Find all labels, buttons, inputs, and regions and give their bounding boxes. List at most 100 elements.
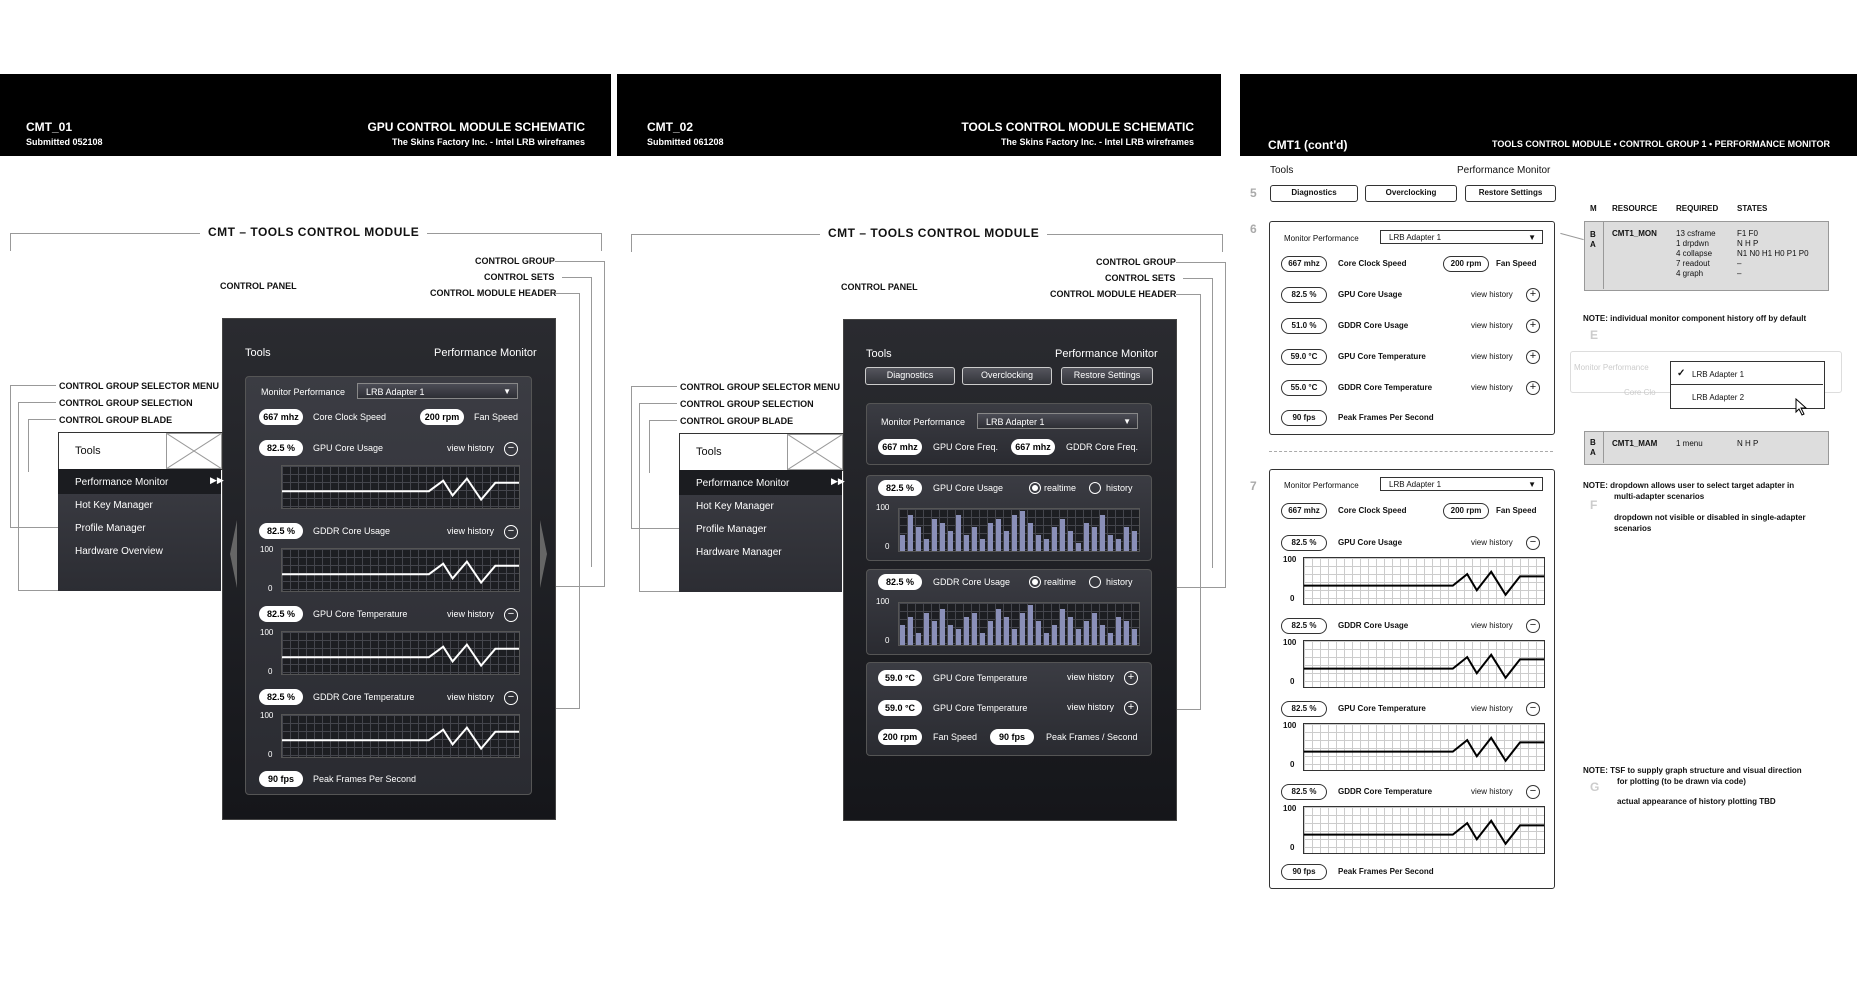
row-required: 1 menu [1676,439,1703,448]
tab-restore-settings[interactable]: Restore Settings [1061,367,1153,385]
view-history-link[interactable]: view history [1471,787,1513,796]
view-history-link[interactable]: view history [447,443,494,453]
letter-g: G [1590,780,1600,794]
callout-control-sets: CONTROL SETS [1105,273,1176,283]
metric-label: GPU Core Usage [1338,538,1403,547]
view-history-link[interactable]: view history [1067,672,1114,682]
collapse-icon[interactable]: − [1526,619,1540,633]
cg-selected-label: Tools [696,446,722,458]
panel-tools-label: Tools [245,347,271,359]
callout-cg-blade: CONTROL GROUP BLADE [680,416,794,426]
history-graph [281,465,520,509]
collapse-icon[interactable]: − [504,608,518,622]
blade-item-1[interactable]: Hot Key Manager [75,500,153,511]
usage-bar-graph [898,508,1140,552]
fan-label: Fan Speed [933,732,978,742]
board-title: TOOLS CONTROL MODULE SCHEMATIC [961,120,1194,134]
view-history-link[interactable]: view history [447,692,494,702]
radio-history[interactable] [1089,482,1101,494]
collapse-icon[interactable]: − [504,525,518,539]
gpu-freq-readout: 667 mhz [878,439,922,455]
view-history-link[interactable]: view history [1471,383,1513,392]
clock-label: Core Clock Speed [1338,259,1407,268]
view-history-link[interactable]: view history [1471,538,1513,547]
blade-item-2[interactable]: Profile Manager [75,523,146,534]
view-history-link[interactable]: view history [1471,290,1513,299]
collapse-icon[interactable]: − [504,442,518,456]
collapse-icon[interactable]: − [1526,536,1540,550]
expand-icon[interactable]: + [1526,350,1540,364]
tab-diagnostics[interactable]: Diagnostics [865,367,955,385]
collapse-icon[interactable]: − [1526,785,1540,799]
row-states: N H P [1737,439,1759,448]
history-graph [1303,806,1545,854]
expand-icon[interactable]: + [1526,381,1540,395]
view-history-link[interactable]: view history [1471,704,1513,713]
metric-readout: 82.5 % [1281,618,1327,634]
adapter-dropdown[interactable]: LRB Adapter 1 ▼ [357,383,518,399]
blade-item-2[interactable]: Profile Manager [696,524,767,535]
history-graph [281,714,520,758]
collapse-icon[interactable]: − [1526,702,1540,716]
expand-icon[interactable]: + [1526,319,1540,333]
chevron-down-icon: ▼ [1528,233,1536,242]
dd-option-2[interactable]: LRB Adapter 2 [1692,393,1744,402]
blade-item-0[interactable]: Performance Monitor [75,477,168,488]
view-history-link[interactable]: view history [447,609,494,619]
cursor-icon [1795,398,1808,416]
view-history-link[interactable]: view history [447,526,494,536]
y-min-label: 0 [268,667,273,676]
view-history-link[interactable]: view history [1471,321,1513,330]
fps-label: Peak Frames / Second [1046,732,1138,742]
scroll-right-arrow[interactable] [540,520,547,588]
cg-selection-box[interactable]: Tools [58,432,223,470]
radio-realtime[interactable] [1029,576,1041,588]
chevron-down-icon: ▼ [1123,417,1131,426]
callout-cg-selection: CONTROL GROUP SELECTION [59,398,193,408]
metric-label: GPU Core Temperature [1338,704,1426,713]
metric-readout: 82.5 % [259,440,303,456]
tab-overclocking[interactable]: Overclocking [962,367,1052,385]
clock-readout: 667 mhz [259,409,303,425]
blade-item-0[interactable]: Performance Monitor [696,478,789,489]
fps-readout: 90 fps [1281,410,1327,426]
placeholder-image-icon [166,433,222,469]
y-min-label: 0 [885,636,890,645]
tab-overclocking[interactable]: Overclocking [1365,185,1457,202]
blade-item-3[interactable]: Hardware Manager [696,547,782,558]
clock-label: Core Clock Speed [313,412,387,422]
row-resource: CMT1_MON [1612,229,1657,238]
blade-item-1[interactable]: Hot Key Manager [696,501,774,512]
radio-history[interactable] [1089,576,1101,588]
scroll-left-arrow[interactable] [230,520,237,588]
usage-readout: 82.5 % [878,574,922,590]
history-graph [1303,640,1545,688]
callout-control-panel: CONTROL PANEL [220,281,297,291]
radio-realtime[interactable] [1029,482,1041,494]
history-graph [1303,723,1545,771]
adapter-dropdown[interactable]: LRB Adapter 1 ▼ [1380,477,1543,491]
dd-option-1[interactable]: LRB Adapter 1 [1692,370,1744,379]
cg-selection-box[interactable]: Tools [679,433,844,471]
metric-readout: 82.5 % [1281,287,1327,303]
history-graph [1303,557,1545,605]
expand-icon[interactable]: + [1124,671,1138,685]
perf-monitor-label: Performance Monitor [1457,165,1551,176]
tab-diagnostics[interactable]: Diagnostics [1270,185,1358,202]
expand-icon[interactable]: + [1526,288,1540,302]
view-history-link[interactable]: view history [1471,352,1513,361]
chevron-right-icon: ▶▶ [831,476,845,486]
blade-item-3[interactable]: Hardware Overview [75,546,163,557]
tab-restore-settings[interactable]: Restore Settings [1465,185,1556,202]
gpu-freq-label: GPU Core Freq. [933,442,999,452]
collapse-icon[interactable]: − [504,691,518,705]
adapter-dropdown[interactable]: LRB Adapter 1 ▼ [977,413,1138,429]
usage-label: GDDR Core Usage [933,577,1011,587]
adapter-dropdown[interactable]: LRB Adapter 1 ▼ [1380,230,1543,244]
fan-readout: 200 rpm [1443,256,1489,272]
radio-history-label: history [1106,483,1133,493]
view-history-link[interactable]: view history [1471,621,1513,630]
callout-control-module-header: CONTROL MODULE HEADER [1050,289,1177,299]
view-history-link[interactable]: view history [1067,702,1114,712]
expand-icon[interactable]: + [1124,701,1138,715]
